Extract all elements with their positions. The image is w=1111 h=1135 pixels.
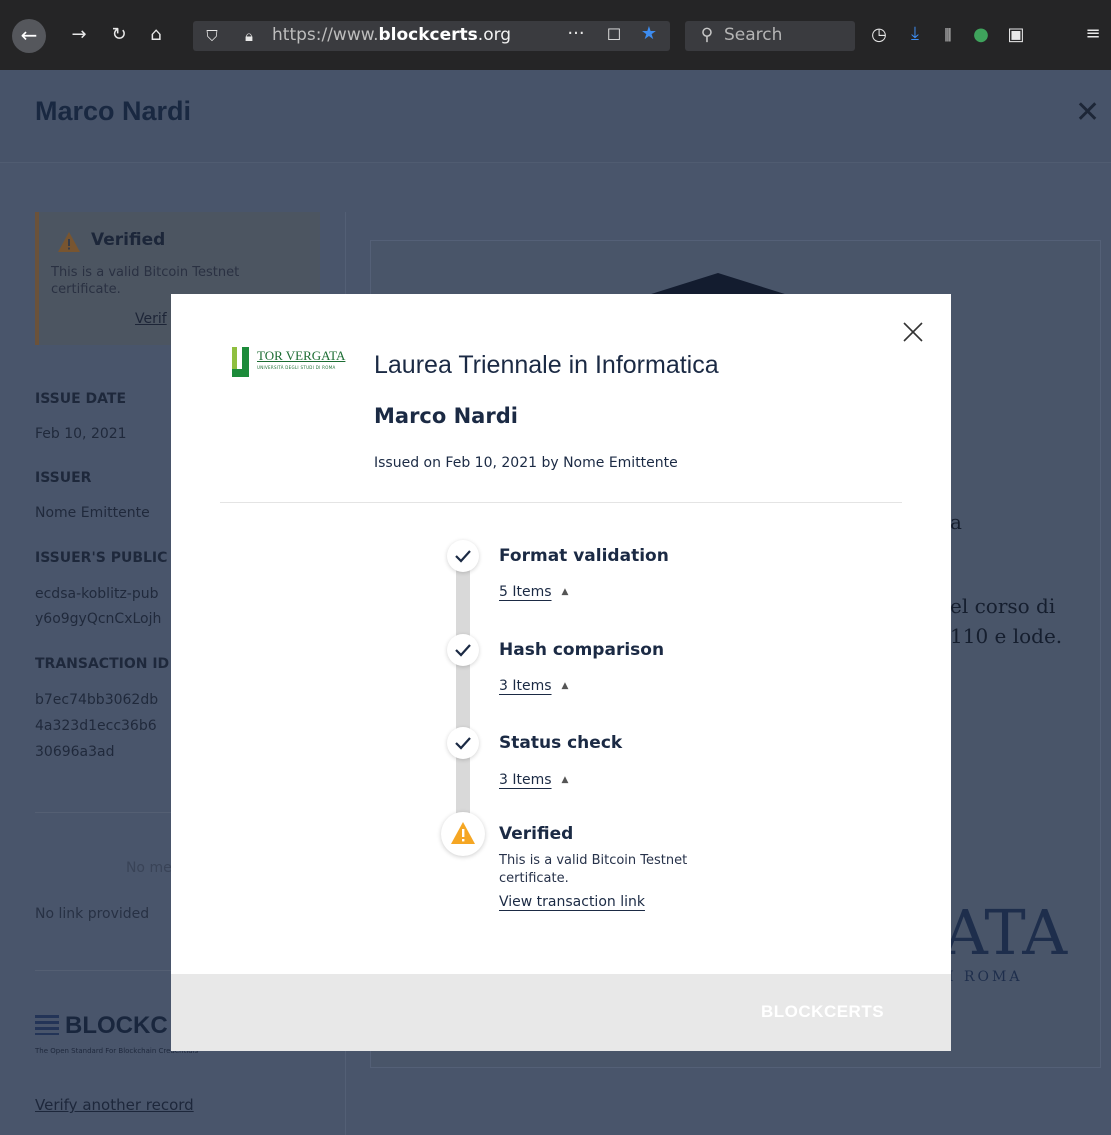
check-icon xyxy=(447,540,479,572)
tracking-protection-icon[interactable]: ⛉ xyxy=(203,25,221,47)
menu-icon[interactable]: ≡ xyxy=(1082,23,1104,45)
step-hash-comparison: Hash comparison xyxy=(499,640,665,660)
modal-separator xyxy=(220,502,902,503)
download-icon[interactable]: ⤓ xyxy=(904,23,926,45)
collapse-caret-icon: ▲ xyxy=(561,681,569,691)
tor-vergata-mark-icon xyxy=(229,347,251,377)
final-status-message: This is a valid Bitcoin Testnet certific… xyxy=(499,853,688,886)
back-icon[interactable]: ← xyxy=(12,19,46,53)
search-icon: ⚲ xyxy=(700,25,714,45)
step-hash-comparison-items[interactable]: 3 Items ▲ xyxy=(499,678,568,694)
page-actions-icon[interactable]: ··· xyxy=(563,23,589,45)
collapse-caret-icon: ▲ xyxy=(561,775,569,785)
extension-icon[interactable]: ● xyxy=(970,24,992,46)
step-format-validation-items[interactable]: 5 Items ▲ xyxy=(499,584,568,600)
collapse-caret-icon: ▲ xyxy=(561,587,569,597)
final-status-title: Verified xyxy=(499,824,574,844)
step-status-check-items[interactable]: 3 Items ▲ xyxy=(499,772,568,788)
issuer-logo-subtitle: UNIVERSITÀ DEGLI STUDI DI ROMA xyxy=(257,365,336,370)
footer-watermark: BLOCKCERTS xyxy=(761,1002,885,1021)
url-text[interactable]: https://www.blockcerts.org xyxy=(272,24,511,46)
pocket-icon[interactable]: ☐ xyxy=(603,24,625,46)
bookmark-star-icon[interactable]: ★ xyxy=(638,23,660,45)
issued-info: Issued on Feb 10, 2021 by Nome Emittente xyxy=(374,455,678,471)
modal-close-icon[interactable] xyxy=(899,318,927,346)
warning-icon xyxy=(451,822,475,844)
reader-icon[interactable]: ▣ xyxy=(1005,24,1027,46)
verification-timeline xyxy=(456,551,470,829)
verification-modal: TOR VERGATA UNIVERSITÀ DEGLI STUDI DI RO… xyxy=(171,294,951,1051)
recipient-name: Marco Nardi xyxy=(374,404,518,428)
check-icon xyxy=(447,727,479,759)
step-status-check: Status check xyxy=(499,733,623,753)
search-placeholder: Search xyxy=(724,25,783,45)
check-icon xyxy=(447,634,479,666)
lock-icon[interactable]: 🔒︎ xyxy=(240,25,258,47)
forward-icon[interactable]: → xyxy=(68,24,90,46)
issuer-logo: TOR VERGATA UNIVERSITÀ DEGLI STUDI DI RO… xyxy=(229,347,359,377)
final-status-badge xyxy=(441,812,485,856)
step-format-validation: Format validation xyxy=(499,546,669,566)
history-icon[interactable]: ◷ xyxy=(868,24,890,46)
library-icon[interactable]: ⫼ xyxy=(937,24,959,46)
modal-footer: BLOCKCERTS xyxy=(171,974,951,1051)
issuer-logo-name: TOR VERGATA xyxy=(257,348,346,363)
home-icon[interactable]: ⌂ xyxy=(145,24,167,46)
reload-icon[interactable]: ↻ xyxy=(108,24,130,46)
browser-toolbar: ← → ↻ ⌂ ⛉ 🔒︎ https://www.blockcerts.org … xyxy=(0,0,1111,70)
view-transaction-link[interactable]: View transaction link xyxy=(499,894,645,910)
certificate-title: Laurea Triennale in Informatica xyxy=(374,351,719,379)
